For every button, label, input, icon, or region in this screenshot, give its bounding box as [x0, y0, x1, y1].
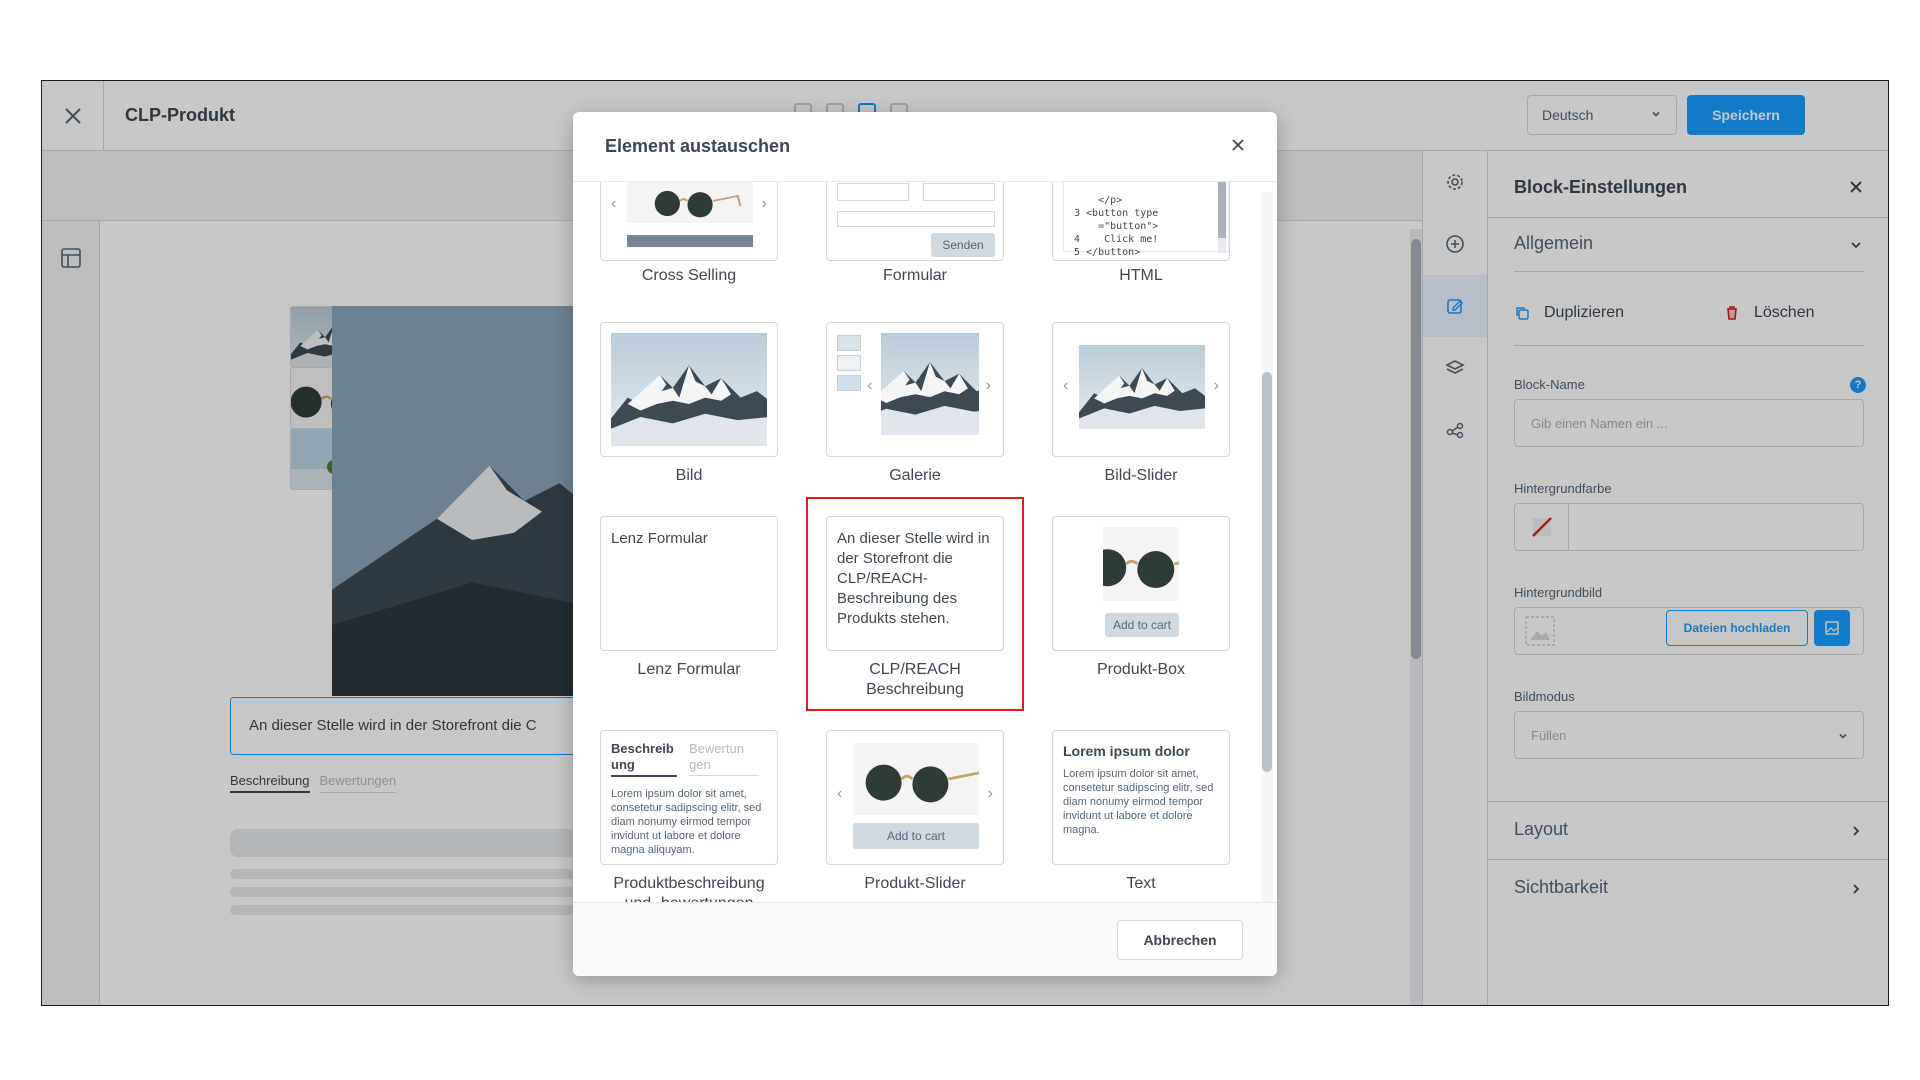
clp-preview-text: An dieser Stelle wird in der Storefront …: [837, 530, 990, 627]
tile-label: Galerie: [889, 467, 941, 484]
element-tile-clp-reach[interactable]: An dieser Stelle wird in der Storefront …: [826, 516, 1004, 651]
element-tile-text[interactable]: Lorem ipsum dolor Lorem ipsum dolor sit …: [1052, 730, 1230, 865]
element-tile-galerie[interactable]: ‹ ›: [826, 322, 1004, 457]
modal-footer: Abbrechen: [573, 902, 1277, 976]
tile-label: HTML: [1119, 267, 1163, 284]
element-grid: ‹ › Cross Selling Senden Formular </p> 3 …: [573, 182, 1277, 902]
tile-label: Produkt-Box: [1096, 661, 1186, 678]
element-tile-produktbeschreibung[interactable]: Beschreib ung Bewertun gen Lorem ipsum d…: [600, 730, 778, 865]
element-tile-bild[interactable]: [600, 322, 778, 457]
tile-label: Formular: [882, 267, 947, 284]
tile-label: CLP/REACH Beschreibung: [866, 661, 964, 698]
tile-label: Bild: [675, 467, 703, 484]
element-tile-html[interactable]: </p> 3 <button type ="button"> 4 Click m…: [1052, 182, 1230, 261]
pb-lorem: Lorem ipsum dolor sit amet, consetetur s…: [611, 788, 762, 856]
tile-label: Produktbeschreibung und -bewertungen: [613, 875, 765, 902]
add-to-cart-preview: Add to cart: [853, 823, 979, 849]
tile-label: Cross Selling: [641, 267, 737, 284]
tile-label: Bild-Slider: [1104, 467, 1178, 484]
element-tile-produkt-slider[interactable]: ‹ › Add to cart: [826, 730, 1004, 865]
add-to-cart-preview: Add to cart: [1105, 613, 1179, 637]
pb-tab-preview: Bewertun gen: [689, 741, 759, 776]
replace-element-modal: Element austauschen ‹ › Cross Selling Sen…: [573, 112, 1277, 976]
pb-tab-preview: Beschreib ung: [611, 741, 677, 777]
cancel-button[interactable]: Abbrechen: [1117, 920, 1243, 960]
html-code-preview: </p> 3 <button type ="button"> 4 Click m…: [1074, 195, 1159, 258]
modal-scrollbar[interactable]: [1261, 192, 1273, 902]
send-button-preview: Senden: [931, 233, 995, 257]
tile-label: Text: [1126, 875, 1156, 892]
tile-label: Produkt-Slider: [864, 875, 966, 892]
close-icon[interactable]: [1231, 138, 1245, 152]
modal-title: Element austauschen: [605, 136, 791, 156]
text-lorem: Lorem ipsum dolor sit amet, consetetur s…: [1063, 768, 1214, 836]
element-tile-produkt-box[interactable]: Add to cart: [1052, 516, 1230, 651]
tile-label: Lenz Formular: [637, 661, 741, 678]
element-tile-cross-selling[interactable]: ‹ ›: [600, 182, 778, 261]
element-tile-bild-slider[interactable]: ‹ ›: [1052, 322, 1230, 457]
element-tile-lenz-formular[interactable]: Lenz Formular: [600, 516, 778, 651]
lenz-formular-preview: Lenz Formular: [611, 530, 708, 547]
element-tile-formular[interactable]: Senden: [826, 182, 1004, 261]
app-window: CLP-Produkt Deutsch Speichern An dieser …: [41, 80, 1889, 1006]
text-heading-preview: Lorem ipsum dolor: [1063, 743, 1190, 759]
